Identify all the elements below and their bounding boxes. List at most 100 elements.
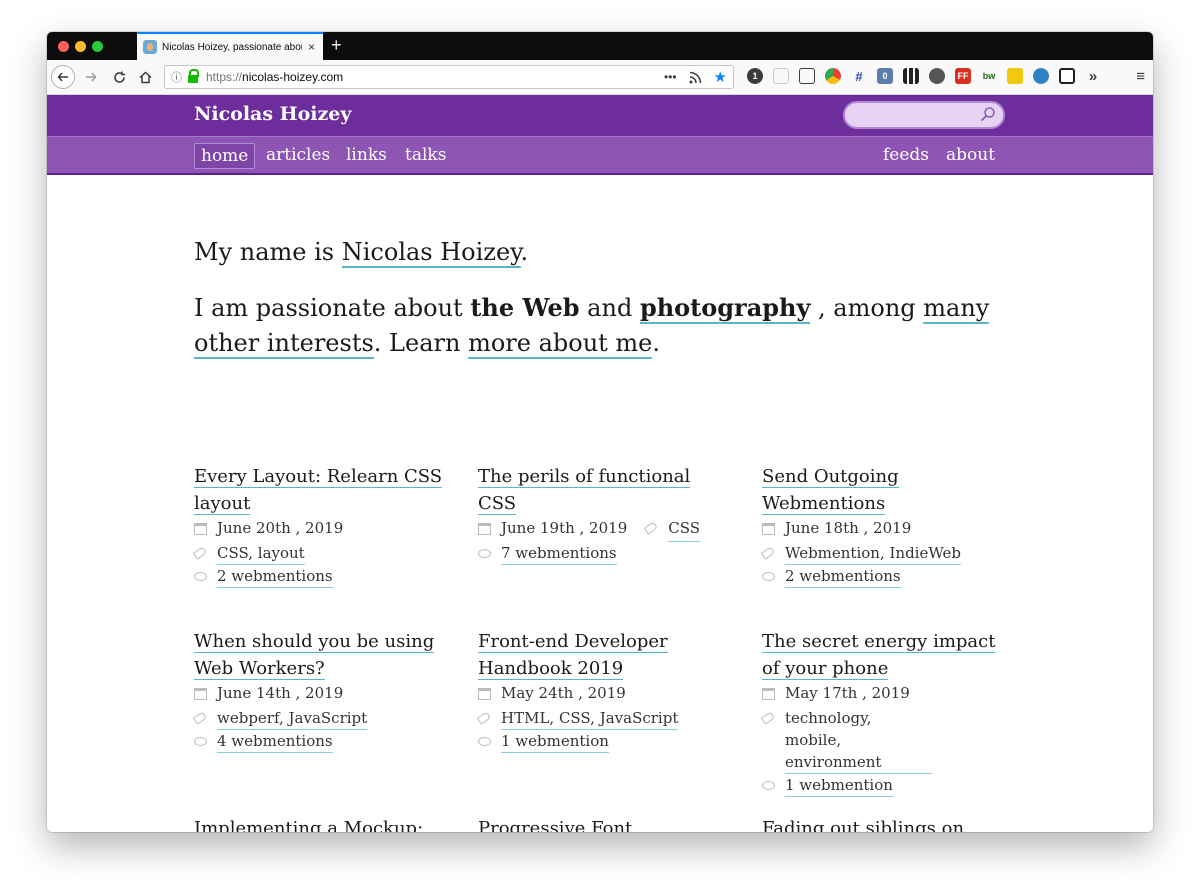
intro-line-2: I am passionate about the Web and photog…: [194, 290, 994, 361]
url-scheme: https://: [206, 70, 243, 84]
calendar-icon: [478, 688, 491, 700]
comment-icon: [194, 737, 207, 746]
article-tags[interactable]: CSS: [668, 517, 700, 542]
nav-talks[interactable]: talks: [399, 143, 452, 167]
article-title-link[interactable]: The secret energy impact of your phone: [762, 631, 996, 680]
grid-apps-icon[interactable]: [903, 68, 919, 84]
active-tab[interactable]: Nicolas Hoizey, passionate about ×: [137, 32, 323, 60]
minimize-window-icon[interactable]: [75, 41, 86, 52]
calendar-icon: [194, 523, 207, 535]
calendar-icon: [762, 523, 775, 535]
image-extension-icon[interactable]: [799, 68, 815, 84]
article-webmentions[interactable]: 2 webmentions: [785, 565, 901, 588]
reload-button[interactable]: [107, 65, 131, 89]
overflow-chevron-icon[interactable]: »: [1085, 68, 1101, 85]
hamburger-menu-icon[interactable]: ≡: [1136, 68, 1145, 85]
article-title-link[interactable]: The perils of functional CSS: [478, 466, 691, 515]
comment-icon: [478, 737, 491, 746]
article-tags[interactable]: Webmention, IndieWeb: [785, 542, 962, 565]
article-tags[interactable]: webperf, JavaScript: [217, 707, 368, 730]
article-title-link[interactable]: Fading out siblings on hover in CSS: [762, 818, 965, 832]
bookmark-star-icon[interactable]: ★: [714, 68, 727, 86]
article-card: When should you be using Web Workers? Ju…: [192, 628, 444, 753]
search-icon[interactable]: [980, 106, 996, 122]
site-title[interactable]: Nicolas Hoizey: [194, 103, 351, 125]
article-webmentions[interactable]: 1 webmention: [501, 730, 609, 753]
article-title-link[interactable]: Implementing a Mockup: CSS Layout Step b…: [194, 818, 424, 832]
search-input[interactable]: [843, 101, 1005, 129]
calendar-icon: [194, 688, 207, 700]
nav-feeds[interactable]: feeds: [877, 143, 935, 167]
ff-extension-icon[interactable]: FF: [955, 68, 971, 84]
intro-line-1: My name is Nicolas Hoizey.: [194, 235, 994, 270]
bw-extension-icon[interactable]: bw: [981, 68, 997, 84]
tag-icon: [192, 711, 208, 725]
arrow-left-icon: [57, 72, 68, 82]
photography-link[interactable]: photography: [639, 293, 811, 324]
article-card: Front-end Developer Handbook 2019 May 24…: [476, 628, 698, 753]
lock-icon[interactable]: [188, 68, 199, 83]
article-webmentions[interactable]: 4 webmentions: [217, 730, 333, 753]
shield-extension-icon[interactable]: [773, 68, 789, 84]
intro-text: .: [652, 329, 661, 357]
close-window-icon[interactable]: [58, 41, 69, 52]
article-title-link[interactable]: Progressive Font Enrichment: reinventing: [478, 818, 633, 832]
tag-icon: [192, 546, 208, 560]
arrow-right-icon: [86, 72, 97, 82]
intro-text: .: [520, 238, 529, 266]
info-icon[interactable]: ⓘ: [171, 69, 182, 85]
new-tab-button[interactable]: +: [331, 35, 342, 55]
yellow-extension-icon[interactable]: [1007, 68, 1023, 84]
article-date: May 17th , 2019: [785, 684, 910, 702]
nav-links[interactable]: links: [340, 143, 393, 167]
site-favicon-icon: [143, 40, 157, 54]
badge-extension-icon[interactable]: 0: [877, 68, 893, 84]
intro-text: I am passionate about: [194, 294, 471, 322]
nav-articles[interactable]: articles: [260, 143, 336, 167]
article-title-link[interactable]: Front-end Developer Handbook 2019: [478, 631, 668, 680]
article-date: June 19th , 2019: [501, 519, 628, 537]
article-tags[interactable]: technology, mobile, environment: [785, 707, 932, 774]
page-actions-icon[interactable]: •••: [664, 70, 677, 84]
onepassword-icon[interactable]: 1: [747, 68, 763, 84]
back-button[interactable]: [51, 65, 75, 89]
pocket-icon[interactable]: [929, 68, 945, 84]
web-page: Nicolas Hoizey home articles links talks…: [47, 95, 1153, 832]
article-webmentions[interactable]: 1 webmention: [785, 774, 893, 797]
tag-icon: [760, 546, 776, 560]
chrome-extension-icon[interactable]: [825, 68, 841, 84]
the-web-text: the Web: [470, 293, 580, 322]
article-tags[interactable]: CSS, layout: [217, 542, 305, 565]
article-title-link[interactable]: Every Layout: Relearn CSS layout: [194, 466, 443, 515]
nav-home[interactable]: home: [194, 143, 256, 169]
hashtag-extension-icon[interactable]: #: [851, 68, 867, 84]
home-button[interactable]: [133, 65, 157, 89]
nav-about[interactable]: about: [940, 143, 1001, 167]
article-title-link[interactable]: Send Outgoing Webmentions: [762, 466, 899, 515]
url-host: nicolas-hoizey.com: [242, 70, 344, 84]
tab-strip: Nicolas Hoizey, passionate about × +: [47, 32, 1153, 60]
article-title-link[interactable]: When should you be using Web Workers?: [194, 631, 435, 680]
address-bar[interactable]: ⓘ https://nicolas-hoizey.com ••• ★: [164, 65, 734, 89]
extensions-bar: 1 # 0 FF bw »: [747, 68, 1101, 85]
name-link[interactable]: Nicolas Hoizey: [341, 238, 521, 268]
intro: My name is Nicolas Hoizey. I am passiona…: [194, 235, 994, 361]
intro-text: My name is: [194, 238, 342, 266]
home-icon: [138, 70, 152, 83]
tab-close-icon[interactable]: ×: [308, 40, 315, 54]
site-nav: home articles links talks feeds about: [47, 136, 1153, 175]
article-webmentions[interactable]: 7 webmentions: [501, 542, 617, 565]
zoom-window-icon[interactable]: [92, 41, 103, 52]
avatar-extension-icon[interactable]: [1033, 68, 1049, 84]
article-webmentions[interactable]: 2 webmentions: [217, 565, 333, 588]
url-text[interactable]: https://nicolas-hoizey.com: [206, 70, 664, 84]
reload-icon: [113, 71, 125, 83]
rss-icon[interactable]: [689, 71, 702, 84]
about-me-link[interactable]: more about me: [468, 329, 653, 359]
forward-button[interactable]: [79, 65, 103, 89]
archive-extension-icon[interactable]: [1059, 68, 1075, 84]
article-card: Send Outgoing Webmentions June 18th , 20…: [760, 463, 1002, 588]
article-card: Every Layout: Relearn CSS layout June 20…: [192, 463, 444, 588]
tag-icon: [476, 711, 492, 725]
article-tags[interactable]: HTML, CSS, JavaScript: [501, 707, 679, 730]
